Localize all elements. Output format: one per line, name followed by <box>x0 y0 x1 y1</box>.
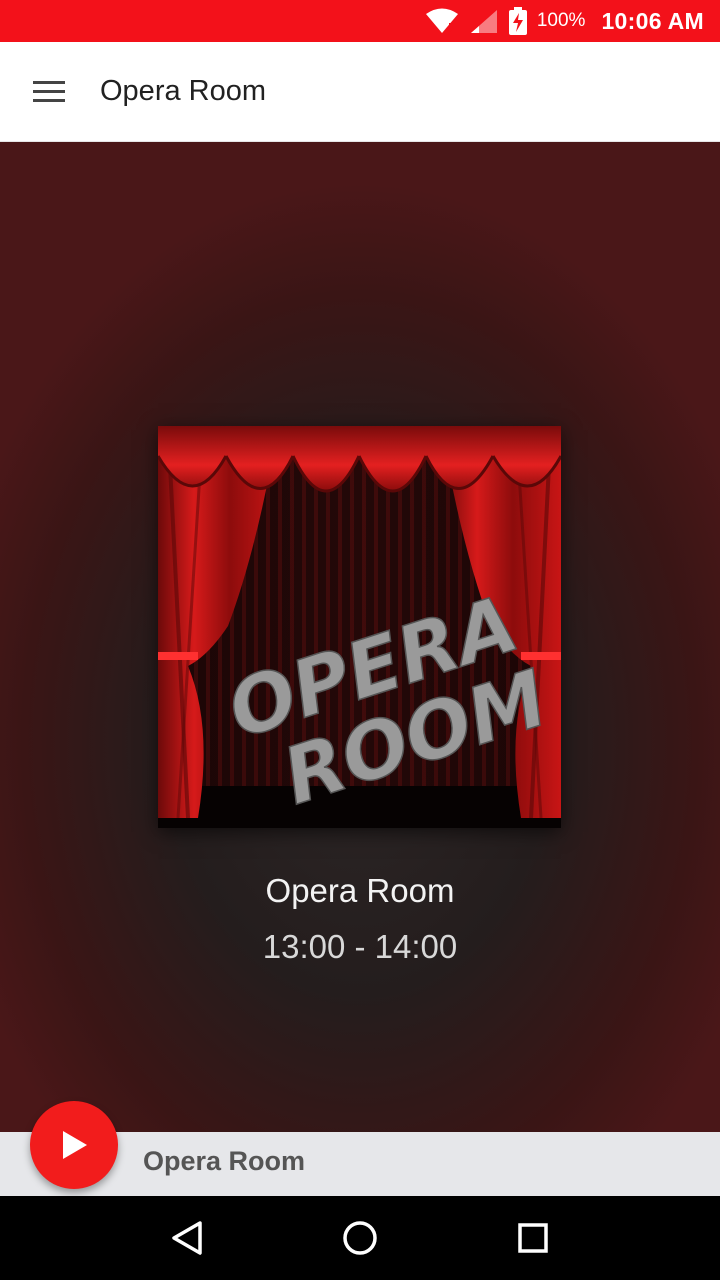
station-cover-art: OPERA ROOM <box>156 425 563 828</box>
station-schedule: 13:00 - 14:00 <box>262 928 458 965</box>
now-playing-panel: OPERA ROOM Opera Room 13:00 - 14:00 <box>0 142 720 1132</box>
play-icon <box>63 1131 87 1159</box>
nav-recents-button[interactable] <box>503 1208 563 1268</box>
hamburger-menu-icon <box>33 80 65 102</box>
battery-charging-icon <box>508 7 527 35</box>
nav-back-button[interactable] <box>157 1208 217 1268</box>
recents-icon <box>518 1223 549 1253</box>
signal-icon <box>469 8 499 34</box>
status-bar: 100% 10:06 AM <box>0 0 720 42</box>
battery-percent: 100% <box>536 10 586 31</box>
page-title: Opera Room <box>100 75 267 107</box>
home-icon <box>343 1221 377 1255</box>
app-bar: Opera Room <box>0 42 720 142</box>
menu-button[interactable] <box>0 42 100 142</box>
system-nav-bar <box>0 1196 720 1280</box>
wifi-icon <box>425 8 459 34</box>
station-name: Opera Room <box>265 872 455 909</box>
mini-player-title: Opera Room <box>143 1146 306 1176</box>
nav-home-button[interactable] <box>330 1208 390 1268</box>
status-clock: 10:06 AM <box>601 7 704 34</box>
back-icon <box>171 1221 202 1255</box>
play-button[interactable] <box>30 1101 118 1189</box>
